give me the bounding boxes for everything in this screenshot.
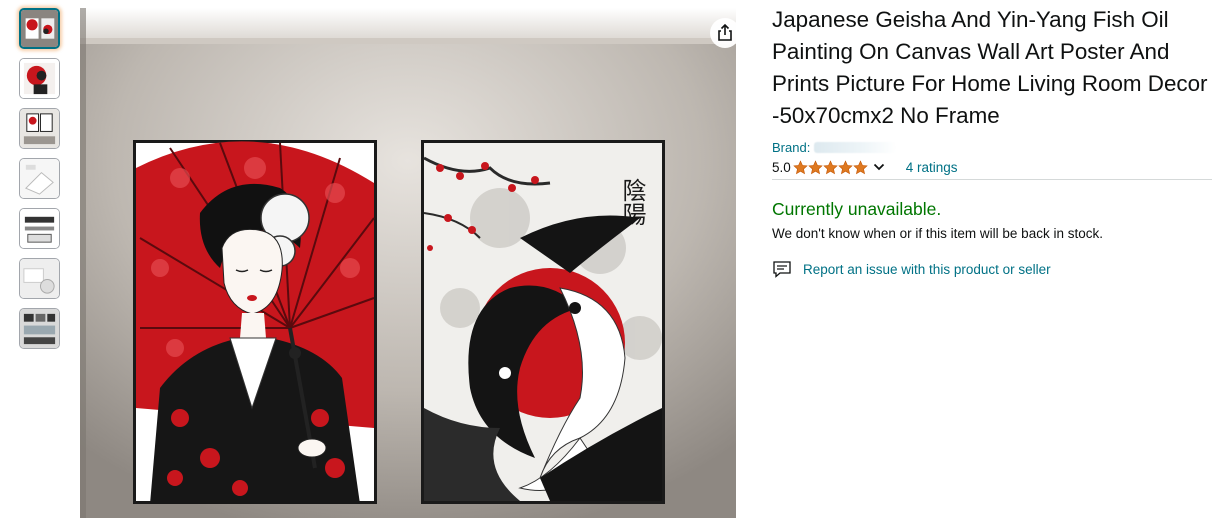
star-icon [838,159,853,174]
brand-label: Brand: [772,139,811,155]
rating-row: 5.0 4 ratings [772,157,1212,177]
star-rating[interactable] [793,159,868,175]
brand-name-redacted [814,141,897,153]
geisha-and-koi-paintings-image: 陰陽 [80,8,736,518]
thumbnail-7[interactable] [19,308,60,349]
koi-yin-yang-painting: 陰陽 [421,140,665,504]
share-icon [718,23,732,41]
brand-link[interactable]: Brand: [772,138,1212,156]
thumbnail-6[interactable] [19,258,60,299]
star-icon [793,159,808,174]
thumbnail-3[interactable] [19,108,60,149]
ratings-count-link[interactable]: 4 ratings [906,160,958,175]
report-flag-icon [773,261,791,278]
room-scene-thumbnail-image [20,109,59,148]
rating-value: 5.0 [772,159,791,175]
packaging-thumbnail-image [20,309,59,348]
chevron-down-icon[interactable] [872,160,886,174]
thumbnail-1[interactable] [19,8,60,49]
availability-status: Currently unavailable. [772,199,942,219]
thumbnail-4[interactable] [19,158,60,199]
product-title: Japanese Geisha And Yin-Yang Fish Oil Pa… [772,7,1208,128]
report-issue-label: Report an issue with this product or sel… [803,261,1051,277]
thumbnail-5[interactable] [19,208,60,249]
frame-diagram-thumbnail-image [20,209,59,248]
thumbnail-strip [19,8,61,358]
star-icon [853,159,868,174]
availability-note: We don't know when or if this item will … [772,226,1103,241]
divider [772,179,1212,180]
canvas-corner-thumbnail-image [20,159,59,198]
geisha-koi-pair-thumbnail-image [21,10,58,47]
star-icon [823,159,838,174]
report-issue-link[interactable]: Report an issue with this product or sel… [772,259,1212,279]
thumbnail-2[interactable] [19,58,60,99]
main-product-image[interactable]: 陰陽 [80,8,736,518]
star-icon [808,159,823,174]
product-info: Japanese Geisha And Yin-Yang Fish Oil Pa… [772,4,1212,279]
share-button[interactable] [710,18,740,48]
geisha-closeup-thumbnail-image [20,59,59,98]
geisha-painting [133,140,377,504]
canvas-rolls-thumbnail-image [20,259,59,298]
